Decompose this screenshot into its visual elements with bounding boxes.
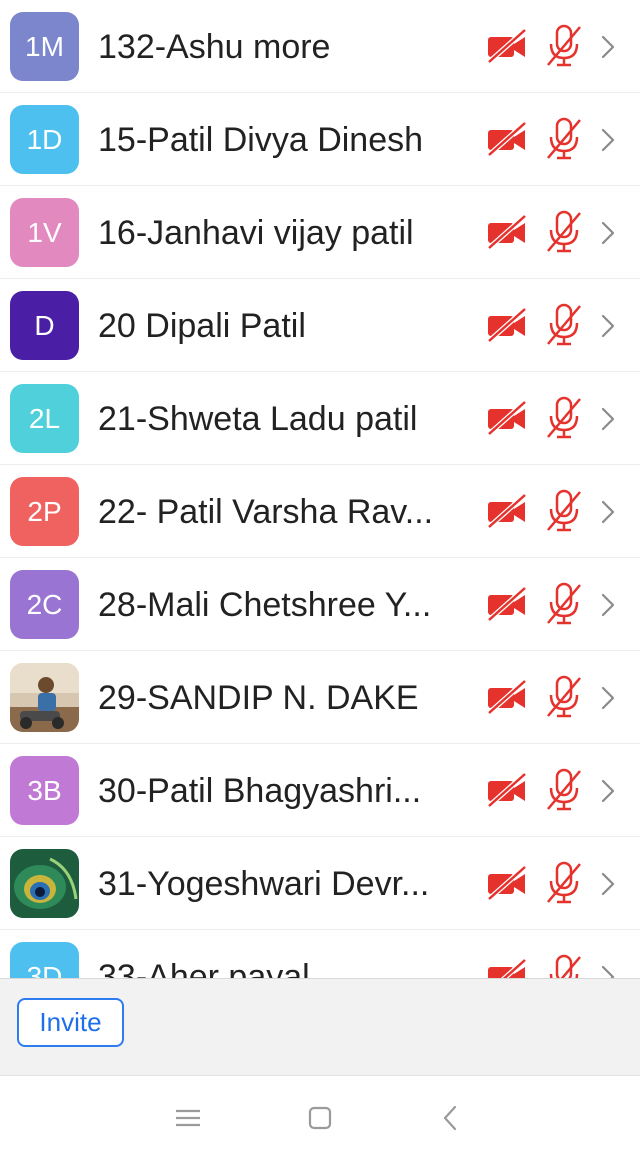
chevron-right-icon[interactable] (598, 404, 618, 434)
participant-name: 21-Shweta Ladu patil (98, 400, 418, 438)
video-off-icon (485, 770, 529, 810)
mic-off-icon[interactable] (542, 767, 586, 813)
chevron-right-icon[interactable] (598, 962, 618, 978)
avatar: 2P (10, 477, 79, 546)
invite-button[interactable]: Invite (17, 998, 124, 1047)
avatar: 1V (10, 198, 79, 267)
mic-off-icon[interactable] (542, 860, 586, 906)
participant-name: 28-Mali Chetshree Y... (98, 586, 432, 624)
chevron-right-icon[interactable] (598, 125, 618, 155)
video-off-icon (485, 491, 529, 531)
participant-row[interactable]: 1V 16-Janhavi vijay patil (0, 186, 640, 279)
avatar: 3B (10, 756, 79, 825)
avatar: D (10, 291, 79, 360)
chevron-right-icon[interactable] (598, 497, 618, 527)
video-off-icon (485, 398, 529, 438)
avatar: 1D (10, 105, 79, 174)
chevron-right-icon[interactable] (598, 32, 618, 62)
back-icon[interactable] (436, 1103, 466, 1133)
participant-name: 132-Ashu more (98, 28, 331, 66)
mic-off-icon[interactable] (542, 953, 586, 978)
chevron-right-icon[interactable] (598, 869, 618, 899)
avatar: 1M (10, 12, 79, 81)
home-square-icon[interactable] (305, 1103, 335, 1133)
participant-row[interactable]: 3D 33-Aher payal (0, 930, 640, 978)
video-off-icon (485, 119, 529, 159)
video-off-icon (485, 584, 529, 624)
mic-off-icon[interactable] (542, 209, 586, 255)
mic-off-icon[interactable] (542, 488, 586, 534)
participant-name: 33-Aher payal (98, 958, 310, 978)
participant-row[interactable]: 2C 28-Mali Chetshree Y... (0, 558, 640, 651)
participant-name: 30-Patil Bhagyashri... (98, 772, 422, 810)
participant-row[interactable]: 29-SANDIP N. DAKE (0, 651, 640, 744)
participant-row[interactable]: 3B 30-Patil Bhagyashri... (0, 744, 640, 837)
participant-row[interactable]: 1D 15-Patil Divya Dinesh (0, 93, 640, 186)
participant-name: 16-Janhavi vijay patil (98, 214, 414, 252)
participant-name: 22- Patil Varsha Rav... (98, 493, 434, 531)
mic-off-icon[interactable] (542, 23, 586, 69)
video-off-icon (485, 212, 529, 252)
participant-row[interactable]: D 20 Dipali Patil (0, 279, 640, 372)
participants-list[interactable]: 1M 132-Ashu more 1D 15-Patil Divya Dinesh … (0, 0, 640, 978)
avatar (10, 849, 79, 918)
participant-name: 29-SANDIP N. DAKE (98, 679, 419, 717)
participant-row[interactable]: 31-Yogeshwari Devr... (0, 837, 640, 930)
video-off-icon (485, 863, 529, 903)
system-navigation-bar (0, 1077, 640, 1160)
menu-icon[interactable] (173, 1103, 203, 1133)
mic-off-icon[interactable] (542, 581, 586, 627)
video-off-icon (485, 677, 529, 717)
chevron-right-icon[interactable] (598, 311, 618, 341)
participant-name: 31-Yogeshwari Devr... (98, 865, 430, 903)
footer-bar: Invite (0, 978, 640, 1076)
chevron-right-icon[interactable] (598, 776, 618, 806)
avatar: 2L (10, 384, 79, 453)
participant-name: 20 Dipali Patil (98, 307, 306, 345)
chevron-right-icon[interactable] (598, 590, 618, 620)
video-off-icon (485, 956, 529, 978)
chevron-right-icon[interactable] (598, 218, 618, 248)
avatar: 2C (10, 570, 79, 639)
participant-name: 15-Patil Divya Dinesh (98, 121, 424, 159)
participant-row[interactable]: 2P 22- Patil Varsha Rav... (0, 465, 640, 558)
mic-off-icon[interactable] (542, 302, 586, 348)
mic-off-icon[interactable] (542, 674, 586, 720)
video-off-icon (485, 305, 529, 345)
video-off-icon (485, 26, 529, 66)
participant-row[interactable]: 1M 132-Ashu more (0, 0, 640, 93)
avatar (10, 663, 79, 732)
mic-off-icon[interactable] (542, 116, 586, 162)
participant-row[interactable]: 2L 21-Shweta Ladu patil (0, 372, 640, 465)
avatar: 3D (10, 942, 79, 978)
chevron-right-icon[interactable] (598, 683, 618, 713)
mic-off-icon[interactable] (542, 395, 586, 441)
